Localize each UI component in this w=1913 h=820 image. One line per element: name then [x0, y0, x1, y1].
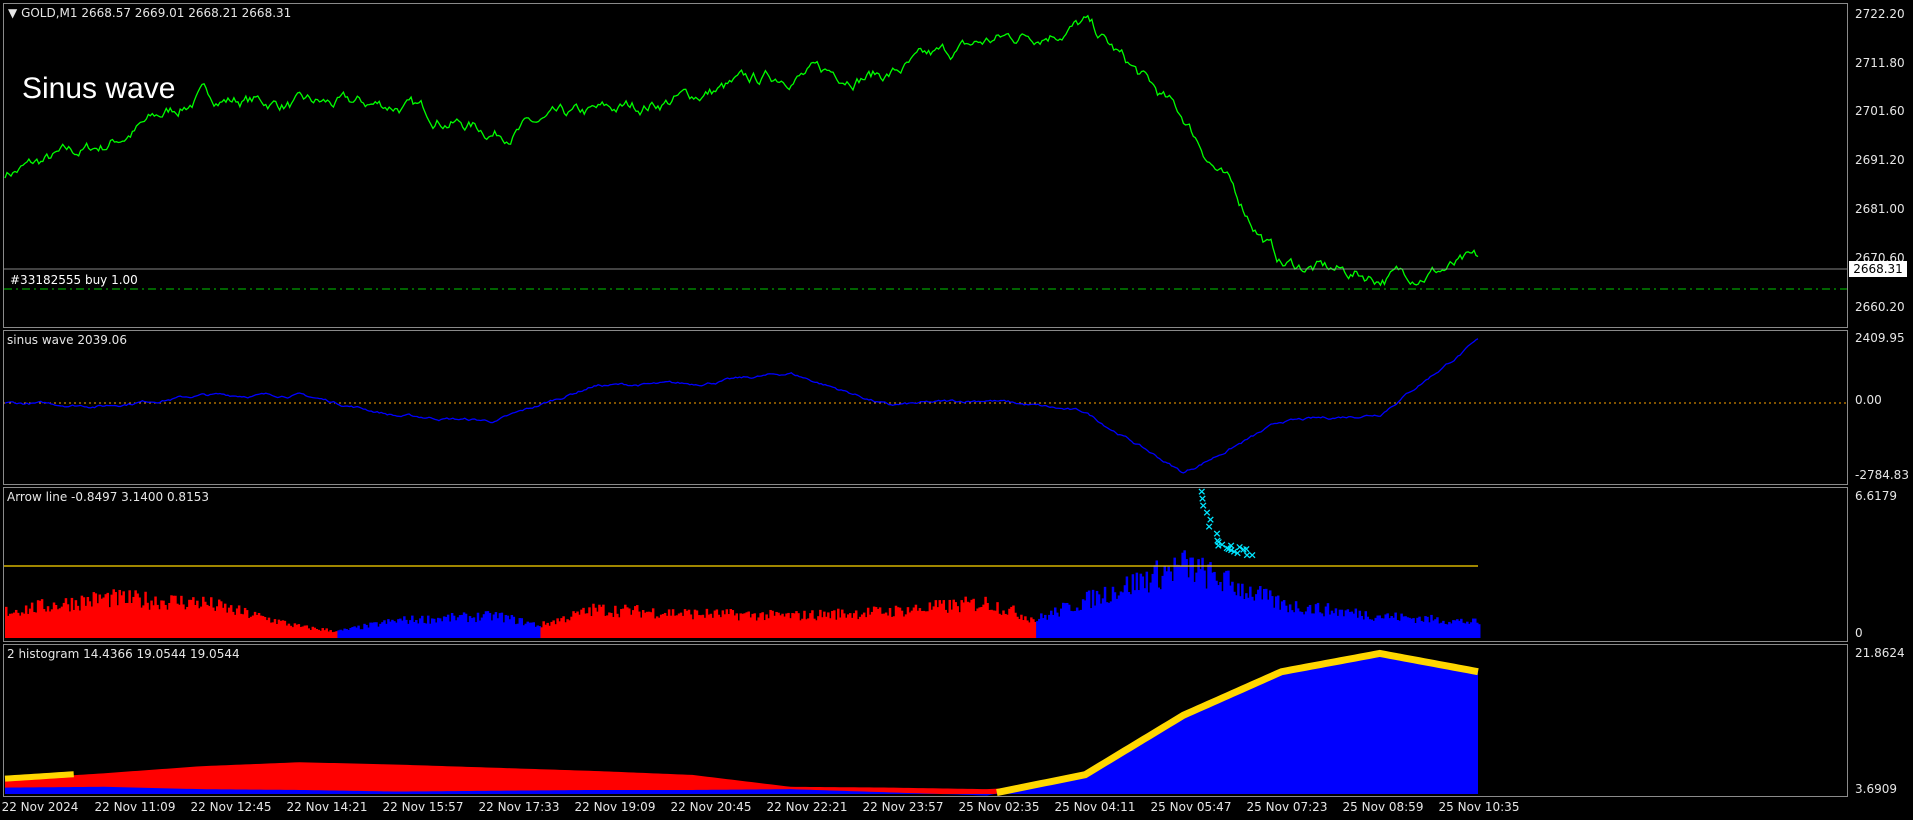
- price-tick: 2660.20: [1855, 300, 1905, 314]
- time-tick: 22 Nov 19:09: [574, 800, 656, 814]
- arrow-mark: ×: [1248, 548, 1257, 561]
- price-tick: 2701.60: [1855, 104, 1905, 118]
- sinus-line: [4, 338, 1479, 474]
- time-tick: 22 Nov 22:21: [766, 800, 848, 814]
- time-tick: 25 Nov 02:35: [958, 800, 1040, 814]
- trade-line-label[interactable]: #33182555 buy 1.00: [10, 273, 138, 287]
- time-tick: 22 Nov 12:45: [190, 800, 272, 814]
- symbol-header-text: GOLD,M1 2668.57 2669.01 2668.21 2668.31: [21, 6, 292, 20]
- sinus-tick: -2784.83: [1855, 468, 1909, 482]
- chart-canvas: ××××××××××××××××××××××: [4, 14, 1847, 796]
- sinus-tick: 0.00: [1855, 393, 1882, 407]
- time-tick: 25 Nov 04:11: [1054, 800, 1136, 814]
- overlay-title: Sinus wave: [22, 72, 176, 105]
- arrow-bar-blue: [1478, 624, 1481, 638]
- price-tick: 2691.20: [1855, 153, 1905, 167]
- arrow-label: Arrow line -0.8497 3.1400 0.8153: [7, 490, 209, 504]
- time-tick: 22 Nov 14:21: [286, 800, 368, 814]
- sinus-tick: 2409.95: [1855, 331, 1905, 345]
- time-tick: 22 Nov 20:45: [670, 800, 752, 814]
- price-tick: 2722.20: [1855, 7, 1905, 21]
- histogram-tick: 21.8624: [1855, 646, 1905, 660]
- symbol-header: ▼ GOLD,M1 2668.57 2669.01 2668.21 2668.3…: [8, 6, 291, 20]
- price-tick: 2711.80: [1855, 56, 1905, 70]
- arrow-tick: 0: [1855, 626, 1863, 640]
- histogram-tick: 3.6909: [1855, 782, 1897, 796]
- time-tick: 22 Nov 11:09: [94, 800, 176, 814]
- dropdown-triangle-icon[interactable]: ▼: [8, 6, 17, 20]
- time-tick: 25 Nov 07:23: [1246, 800, 1328, 814]
- current-price-badge: 2668.31: [1849, 261, 1907, 277]
- time-tick: 22 Nov 23:57: [862, 800, 944, 814]
- time-tick: 22 Nov 2024: [1, 800, 79, 814]
- time-tick: 22 Nov 17:33: [478, 800, 560, 814]
- time-tick: 25 Nov 08:59: [1342, 800, 1424, 814]
- sinus-label: sinus wave 2039.06: [7, 333, 127, 347]
- price-tick: 2681.00: [1855, 202, 1905, 216]
- price-line: [4, 14, 1479, 287]
- time-tick: 25 Nov 05:47: [1150, 800, 1232, 814]
- arrow-tick: 6.6179: [1855, 489, 1897, 503]
- histogram-label: 2 histogram 14.4366 19.0544 19.0544: [7, 647, 240, 661]
- time-tick: 22 Nov 15:57: [382, 800, 464, 814]
- time-tick: 25 Nov 10:35: [1438, 800, 1520, 814]
